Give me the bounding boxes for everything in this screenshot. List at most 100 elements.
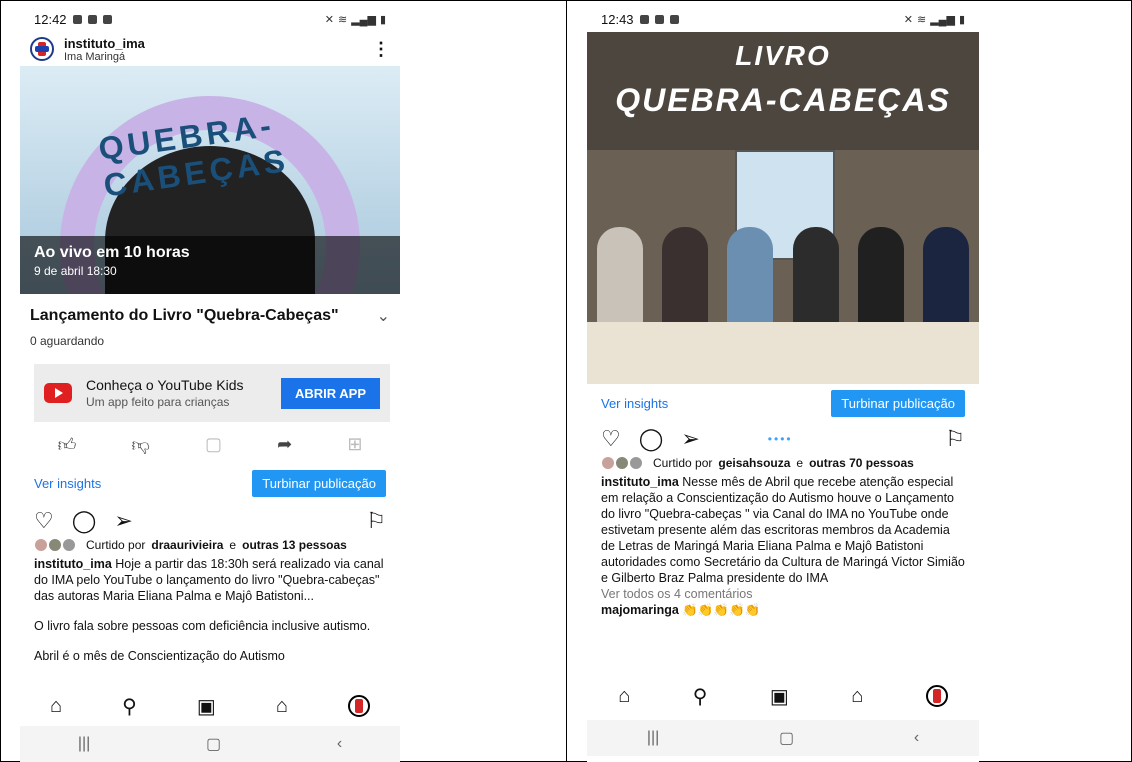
youtube-kids-icon	[44, 383, 72, 403]
liked-prefix: Curtido por	[653, 456, 713, 470]
chevron-down-icon[interactable]: ⌄	[377, 306, 390, 326]
heart-icon[interactable]: ♡	[34, 508, 54, 534]
comment-bubble-icon[interactable]: ◯	[72, 508, 97, 534]
add-icon[interactable]: ⊞	[347, 434, 362, 456]
comment-bubble-icon[interactable]: ◯	[639, 426, 664, 452]
more-options-icon[interactable]: ⋮	[372, 39, 390, 60]
dislike-icon[interactable]: 👎︎	[132, 434, 150, 456]
alert-icon	[654, 14, 664, 24]
bottom-nav: ⌂ ⚲ ▣ ⌂	[587, 678, 979, 714]
boost-post-button[interactable]: Turbinar publicação	[252, 469, 386, 497]
shop-icon[interactable]: ⌂	[851, 685, 863, 708]
status-time: 12:43	[601, 11, 634, 27]
person	[596, 227, 643, 327]
profile-icon[interactable]	[925, 685, 948, 707]
insights-row: Ver insights Turbinar publicação	[20, 468, 400, 498]
liker-avatar	[601, 456, 615, 470]
bottom-nav: ⌂ ⚲ ▣ ⌂	[20, 688, 400, 724]
heart-icon[interactable]: ♡	[601, 426, 621, 452]
video-title-row[interactable]: Lançamento do Livro "Quebra-Cabeças" ⌄	[20, 294, 400, 326]
comments-section: Ver todos os 4 comentários majomaringa 👏…	[587, 586, 979, 618]
liked-others[interactable]: outras 70 pessoas	[809, 456, 914, 470]
person	[923, 227, 970, 327]
open-app-button[interactable]: ABRIR APP	[280, 377, 380, 409]
video-thumbnail[interactable]: QUEBRA-CABEÇAS Ao vivo em 10 horas 9 de …	[20, 66, 400, 294]
books-table	[587, 322, 979, 384]
liker-avatar	[34, 538, 48, 552]
comment-user[interactable]: majomaringa	[601, 603, 679, 617]
bookmark-icon[interactable]: ⚐	[945, 426, 965, 452]
liked-user[interactable]: geisahsouza	[718, 456, 790, 470]
back-icon[interactable]: ‹	[914, 729, 919, 747]
battery-icon: ▮	[379, 13, 386, 26]
like-icon[interactable]: 👍︎	[58, 434, 77, 456]
likes-line[interactable]: Curtido por draaurivieira e outras 13 pe…	[20, 538, 400, 552]
recent-apps-icon[interactable]: |||	[647, 729, 659, 747]
profile-icon[interactable]	[347, 695, 370, 717]
caption-paragraph-3: Abril é o mês de Conscientização do Auti…	[34, 649, 285, 663]
post-image[interactable]: LIVRO QUEBRA-CABEÇAS	[587, 32, 979, 384]
caption-paragraph-2: O livro fala sobre pessoas com deficiênc…	[34, 619, 371, 633]
post-caption: instituto_ima Hoje a partir das 18:30h s…	[20, 552, 400, 664]
reels-icon[interactable]: ▣	[197, 694, 216, 719]
liker-avatar	[615, 456, 629, 470]
kids-title: Conheça o YouTube Kids	[86, 377, 244, 393]
recent-apps-icon[interactable]: |||	[78, 735, 90, 753]
mute-icon: ✕	[324, 13, 334, 26]
calendar-icon	[102, 14, 112, 24]
notification-icon	[72, 14, 82, 24]
likes-line[interactable]: Curtido por geisahsouza e outras 70 pess…	[587, 456, 979, 470]
calendar-icon	[669, 14, 679, 24]
mute-icon: ✕	[903, 13, 913, 26]
status-bar: 12:43 ✕ ≋ ▂▄▆ ▮	[587, 6, 979, 32]
share-icon[interactable]: ➦	[277, 434, 292, 456]
screenshot-frame: 12:42 ✕ ≋ ▂▄▆ ▮ instituto_ima Ima Maringá ⋮…	[0, 0, 1132, 762]
signal-icon: ▂▄▆	[930, 13, 955, 26]
caption-user[interactable]: instituto_ima	[34, 557, 112, 571]
liked-user[interactable]: draaurivieira	[151, 538, 223, 552]
live-overlay: Ao vivo em 10 horas 9 de abril 18:30	[20, 236, 400, 294]
live-date: 9 de abril 18:30	[34, 264, 117, 278]
shop-icon[interactable]: ⌂	[276, 695, 288, 718]
boost-post-button[interactable]: Turbinar publicação	[831, 389, 965, 417]
send-icon[interactable]: ➢	[114, 508, 132, 534]
caption-user[interactable]: instituto_ima	[601, 475, 679, 489]
view-insights-link[interactable]: Ver insights	[601, 396, 668, 411]
account-name[interactable]: instituto_ima	[64, 36, 145, 51]
home-button-icon[interactable]: ▢	[779, 728, 794, 748]
account-location[interactable]: Ima Maringá	[64, 51, 145, 63]
home-button-icon[interactable]: ▢	[206, 734, 221, 754]
left-phone-screen: 12:42 ✕ ≋ ▂▄▆ ▮ instituto_ima Ima Maringá ⋮…	[20, 6, 400, 762]
post-caption: instituto_ima Nesse mês de Abril que rec…	[587, 470, 979, 586]
search-icon[interactable]: ⚲	[122, 694, 137, 719]
liked-and: e	[229, 538, 237, 552]
view-insights-link[interactable]: Ver insights	[34, 476, 101, 491]
hero-title-line2: QUEBRA-CABEÇAS	[615, 82, 951, 118]
comment-row: majomaringa 👏👏👏👏👏	[601, 602, 965, 618]
search-icon[interactable]: ⚲	[693, 684, 708, 709]
kids-subtitle: Um app feito para crianças	[86, 395, 230, 409]
bookmark-icon[interactable]: ⚐	[366, 508, 386, 534]
person	[661, 227, 708, 327]
post-header: instituto_ima Ima Maringá ⋮	[20, 32, 400, 66]
home-icon[interactable]: ⌂	[50, 695, 62, 718]
post-actions: ♡ ◯ ➢ •••• ⚐	[587, 422, 979, 456]
hero-title-line1: LIVRO	[735, 40, 831, 71]
wifi-icon: ≋	[338, 13, 348, 26]
liked-others[interactable]: outras 13 pessoas	[242, 538, 347, 552]
home-icon[interactable]: ⌂	[618, 685, 630, 708]
system-nav: ||| ▢ ‹	[20, 726, 400, 762]
view-comments-link[interactable]: Ver todos os 4 comentários	[601, 586, 965, 602]
notification-icon	[639, 14, 649, 24]
caption-text: Nesse mês de Abril que recebe atenção es…	[601, 475, 965, 585]
send-icon[interactable]: ➢	[681, 426, 699, 452]
frame-left-border	[0, 0, 1, 762]
back-icon[interactable]: ‹	[337, 735, 342, 753]
carousel-dots: ••••	[767, 432, 793, 446]
post-actions: ♡ ◯ ➢ ⚐	[20, 504, 400, 538]
reels-icon[interactable]: ▣	[770, 684, 789, 709]
avatar[interactable]	[30, 37, 54, 61]
youtube-kids-banner: Conheça o YouTube Kids Um app feito para…	[34, 364, 390, 422]
comment-icon[interactable]: ▢	[205, 434, 222, 456]
insights-row: Ver insights Turbinar publicação	[587, 384, 979, 422]
